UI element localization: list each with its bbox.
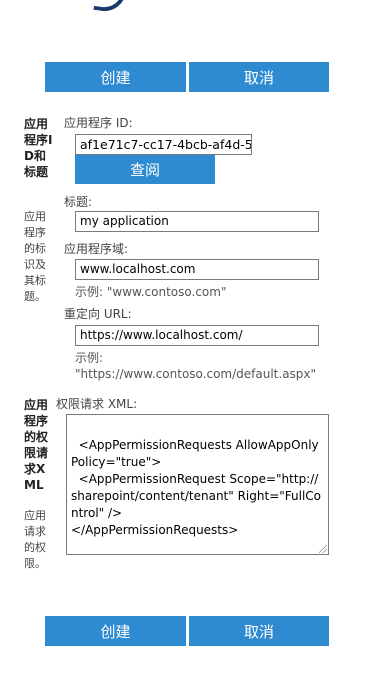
create-button-bottom[interactable]: 创建	[45, 616, 186, 646]
create-button-top[interactable]: 创建	[45, 62, 186, 92]
section-permission-title: 应用程序的权限请求XML	[24, 398, 49, 492]
app-domain-label: 应用程序域:	[64, 242, 129, 256]
lookup-button[interactable]: 查阅	[75, 155, 215, 184]
cancel-button-top[interactable]: 取消	[189, 62, 329, 92]
app-id-label: 应用程序 ID:	[64, 116, 133, 130]
redirect-url-example-value: "https://www.contoso.com/default.aspx"	[75, 367, 317, 381]
app-id-input[interactable]: af1e71c7-cc17-4bcb-af4d-50	[75, 134, 252, 155]
redirect-url-input[interactable]: https://www.localhost.com/	[75, 325, 319, 346]
app-domain-input[interactable]: www.localhost.com	[75, 259, 319, 280]
permission-xml-label: 权限请求 XML:	[56, 397, 138, 411]
section-app-title: 应用程序ID和标题	[24, 117, 53, 179]
section-app-description: 应用程序的标识及其标题。	[24, 210, 46, 303]
app-domain-example: 示例: "www.contoso.com"	[75, 285, 227, 299]
permission-xml-textarea[interactable]: <AppPermissionRequests AllowAppOnlyPolic…	[66, 414, 329, 555]
section-permission-description: 应用请求的权限。	[24, 509, 46, 570]
redirect-url-label: 重定向 URL:	[64, 307, 132, 321]
resize-grip-icon[interactable]	[319, 545, 327, 553]
title-input[interactable]: my application	[75, 211, 319, 232]
redirect-url-example-prefix: 示例:	[75, 351, 104, 365]
cancel-button-bottom[interactable]: 取消	[189, 616, 329, 646]
title-label: 标题:	[64, 195, 93, 209]
logo-curve-icon	[93, 0, 127, 14]
permission-xml-value: <AppPermissionRequests AllowAppOnlyPolic…	[71, 438, 322, 537]
